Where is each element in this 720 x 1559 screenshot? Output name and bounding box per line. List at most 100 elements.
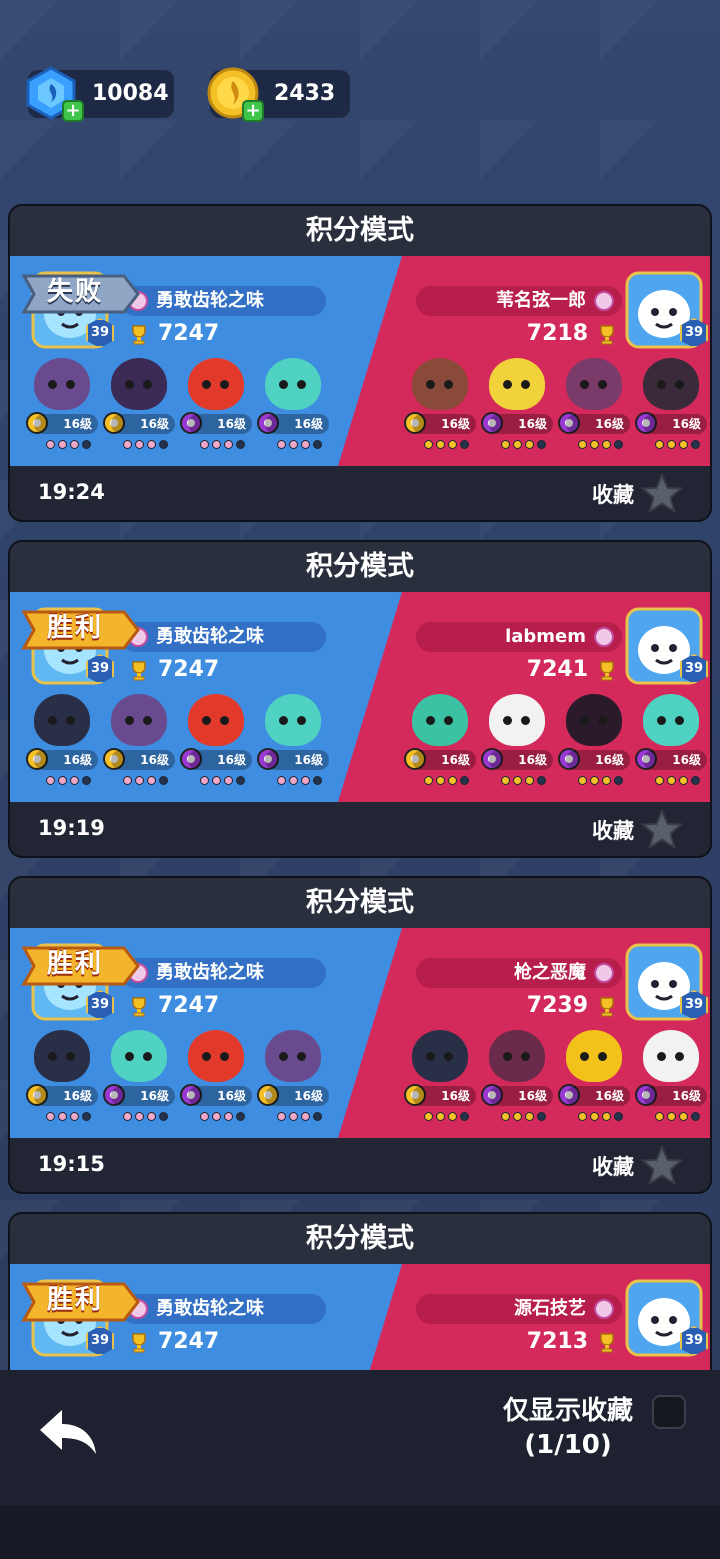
brawler-card[interactable]: 16级: [255, 352, 331, 460]
add-gems-icon[interactable]: +: [62, 100, 84, 122]
match-card[interactable]: 积分模式 胜利 39 39: [8, 876, 712, 1194]
favorite-star-icon[interactable]: [640, 1144, 684, 1188]
brawler-card[interactable]: 16级: [101, 352, 177, 460]
player-name-left: 勇敢齿轮之味: [120, 958, 326, 988]
player-avatar-right[interactable]: 39: [624, 1278, 708, 1358]
brawler-face-icon: [111, 694, 167, 746]
match-arena: 胜利 39 39 勇敢齿轮之味 labmem 7247 7241 16级 16级…: [10, 592, 710, 802]
brawler-card[interactable]: 16级: [633, 688, 709, 796]
match-mode-title: 积分模式: [10, 878, 710, 928]
star-power-dot: [691, 1112, 700, 1121]
star-power-dot: [46, 776, 55, 785]
star-power-dot: [212, 1112, 221, 1121]
coin-counter[interactable]: + 2433: [207, 67, 350, 122]
only-favorites-checkbox[interactable]: [652, 1395, 686, 1429]
star-power-dot: [200, 1112, 209, 1121]
star-power-dot: [58, 440, 67, 449]
brawler-card[interactable]: 16级: [101, 1024, 177, 1132]
star-power-dot: [525, 776, 534, 785]
add-coins-icon[interactable]: +: [242, 100, 264, 122]
brawler-card[interactable]: 16级: [633, 1024, 709, 1132]
brawler-card[interactable]: 16级: [479, 352, 555, 460]
star-power-dot: [655, 776, 664, 785]
brawler-face-icon: [111, 1030, 167, 1082]
brawler-card[interactable]: 16级: [556, 688, 632, 796]
brawler-card[interactable]: 16级: [255, 688, 331, 796]
brawler-card[interactable]: 16级: [24, 1024, 100, 1132]
brawler-face-icon: [265, 1030, 321, 1082]
power-dots: [277, 1112, 322, 1121]
power-dots: [655, 776, 700, 785]
star-power-dot: [224, 1112, 233, 1121]
star-power-dot: [448, 440, 457, 449]
brawler-card[interactable]: 16级: [479, 688, 555, 796]
favorite-star-icon[interactable]: [640, 808, 684, 852]
brawler-card[interactable]: 16级: [402, 352, 478, 460]
favorite-star-icon[interactable]: [640, 472, 684, 516]
only-favorites-toggle-label[interactable]: 仅显示收藏 (1/10): [488, 1394, 648, 1462]
player-name-left: 勇敢齿轮之味: [120, 622, 326, 652]
brawler-card[interactable]: 16级: [178, 1024, 254, 1132]
brawler-card[interactable]: 16级: [402, 1024, 478, 1132]
brawler-card[interactable]: 16级: [556, 352, 632, 460]
power-dots: [46, 1112, 91, 1121]
brawler-face-icon: [265, 694, 321, 746]
result-text: 失败: [46, 277, 103, 307]
brawler-level: 16级: [489, 1086, 553, 1106]
star-power-dot: [691, 776, 700, 785]
star-power-dot: [667, 440, 676, 449]
brawler-level: 16级: [111, 414, 175, 434]
score-text: 7239: [526, 993, 588, 1018]
brawler-face-icon: [412, 694, 468, 746]
player-name-text: 枪之恶魔: [514, 962, 586, 983]
brawler-face-icon: [265, 358, 321, 410]
trophy-score-right: 7239: [500, 992, 620, 1020]
power-dots: [123, 440, 168, 449]
star-power-dot: [436, 776, 445, 785]
match-time: 19:24: [38, 480, 105, 504]
brawler-card[interactable]: 16级: [178, 352, 254, 460]
brawler-level: 16级: [265, 414, 329, 434]
score-text: 7213: [526, 1329, 588, 1354]
power-dots: [46, 440, 91, 449]
player-name-text: 苇名弦一郎: [496, 290, 586, 311]
star-power-dot: [525, 1112, 534, 1121]
brawler-card[interactable]: 16级: [178, 688, 254, 796]
star-power-dot: [123, 1112, 132, 1121]
star-power-dot: [679, 440, 688, 449]
match-card[interactable]: 积分模式 失败 39 39 勇敢齿轮之味 苇名弦一郎 7247 7218 16级…: [8, 204, 712, 522]
brawler-card[interactable]: 16级: [255, 1024, 331, 1132]
power-dots: [655, 1112, 700, 1121]
star-power-dot: [614, 440, 623, 449]
brawler-face-icon: [188, 694, 244, 746]
brawler-card[interactable]: 16级: [24, 688, 100, 796]
player-avatar-right[interactable]: 39: [624, 942, 708, 1022]
match-card[interactable]: 积分模式 胜利 39 39: [8, 540, 712, 858]
brawler-card[interactable]: 16级: [556, 1024, 632, 1132]
power-dots: [578, 440, 623, 449]
brawler-face-icon: [566, 694, 622, 746]
brawler-level: 16级: [566, 750, 630, 770]
brawler-card[interactable]: 16级: [101, 688, 177, 796]
result-badge: 胜利: [20, 1280, 140, 1324]
trophy-score-left: 7247: [126, 656, 246, 684]
star-power-dot: [655, 440, 664, 449]
star-power-dot: [578, 1112, 587, 1121]
star-power-dot: [313, 440, 322, 449]
brawler-card[interactable]: 16级: [633, 352, 709, 460]
star-power-dot: [135, 776, 144, 785]
power-dots: [424, 1112, 469, 1121]
gem-counter[interactable]: + 10084: [26, 66, 174, 122]
player-avatar-right[interactable]: 39: [624, 270, 708, 350]
power-dots: [123, 776, 168, 785]
power-dots: [501, 440, 546, 449]
player-avatar-right[interactable]: 39: [624, 606, 708, 686]
back-arrow-icon[interactable]: [36, 1404, 100, 1460]
brawler-card[interactable]: 16级: [24, 352, 100, 460]
brawler-face-icon: [643, 358, 699, 410]
brawler-card[interactable]: 16级: [479, 1024, 555, 1132]
brawler-card[interactable]: 16级: [402, 688, 478, 796]
star-power-dot: [147, 440, 156, 449]
star-power-dot: [289, 440, 298, 449]
brawler-level: 16级: [566, 1086, 630, 1106]
